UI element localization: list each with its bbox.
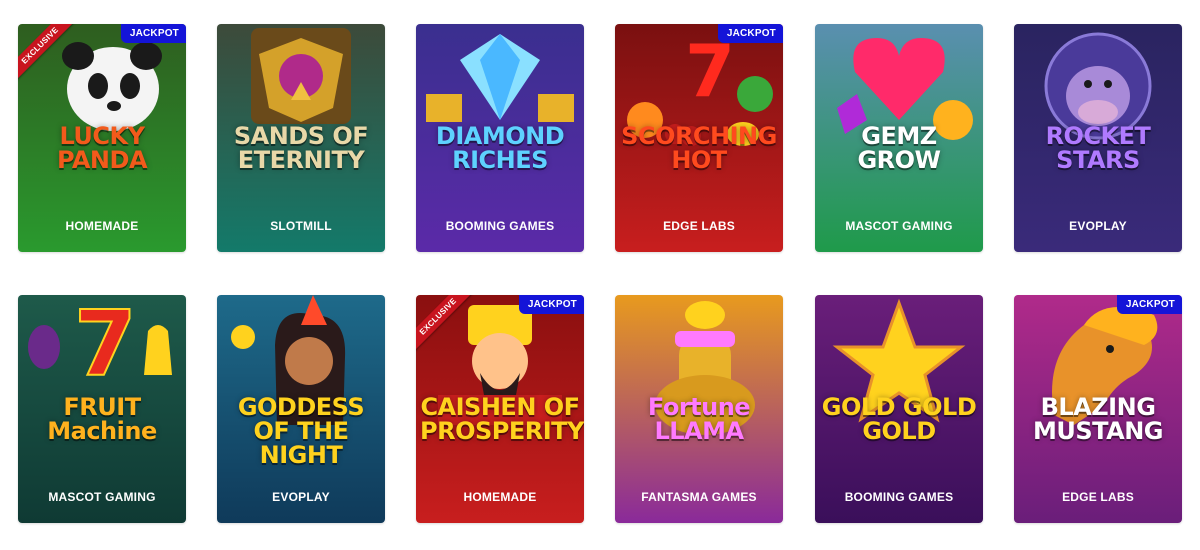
game-provider: EVOPLAY	[1069, 219, 1127, 233]
game-card[interactable]: 7 SCORCHING HOT EDGE LABS JACKPOT	[615, 24, 783, 252]
game-card[interactable]: 7 FRUIT Machine MASCOT GAMING	[18, 295, 186, 523]
game-title-line2: Machine	[47, 417, 157, 445]
game-title-line1: FRUIT	[63, 393, 141, 421]
jackpot-badge: JACKPOT	[120, 24, 186, 43]
game-title: Fortune LLAMA	[619, 395, 779, 443]
game-title-line2: ETERNITY	[237, 146, 365, 174]
game-title: GODDESS OF THE NIGHT	[221, 395, 381, 467]
game-title-line1: SANDS OF	[233, 122, 369, 150]
game-provider: FANTASMA GAMES	[641, 490, 757, 504]
game-art: 7	[18, 295, 186, 485]
game-title-line1: SCORCHING	[621, 122, 777, 150]
game-card[interactable]: DIAMOND RICHES BOOMING GAMES	[416, 24, 584, 252]
game-title-line1: BLAZING	[1040, 393, 1156, 421]
game-provider: EVOPLAY	[272, 490, 330, 504]
game-provider: EDGE LABS	[663, 219, 735, 233]
game-title-line1: DIAMOND	[435, 122, 565, 150]
heart-gem-icon	[837, 38, 973, 140]
game-title-line1: LUCKY	[59, 122, 145, 150]
game-art	[217, 24, 385, 214]
game-title: ROCKET STARS	[1018, 124, 1178, 172]
game-title-line2: HOT	[671, 146, 727, 174]
game-title: GEMZ GROW	[819, 124, 979, 172]
game-title-line2: PANDA	[56, 146, 148, 174]
game-provider: MASCOT GAMING	[48, 490, 156, 504]
horse-icon	[1052, 307, 1158, 425]
lucky-seven-icon: 7	[28, 295, 172, 398]
game-provider: MASCOT GAMING	[845, 219, 953, 233]
game-title: SANDS OF ETERNITY	[221, 124, 381, 172]
game-title-line1: Fortune	[647, 393, 751, 421]
diamond-icon	[426, 34, 574, 122]
game-title: BLAZING MUSTANG	[1018, 395, 1178, 443]
game-card[interactable]: CAISHEN OF PROSPERITY HOMEMADE JACKPOT EXCLU…	[416, 295, 584, 523]
game-title-line2: RICHES	[452, 146, 548, 174]
game-title: SCORCHING HOT	[619, 124, 779, 172]
game-title-line2: GROW	[857, 146, 941, 174]
llama-icon	[655, 301, 755, 435]
game-title-line1: GODDESS OF THE	[237, 393, 365, 445]
game-art	[1014, 295, 1182, 485]
game-title-line2: STARS	[1056, 146, 1140, 174]
game-art	[1014, 24, 1182, 214]
game-art	[815, 24, 983, 214]
game-card[interactable]: GOLD GOLD GOLD BOOMING GAMES	[815, 295, 983, 523]
game-grid: LUCKY PANDA HOMEMADE JACKPOT EXCLUSIVE SANDS …	[0, 0, 1200, 550]
game-provider: SLOTMILL	[270, 219, 332, 233]
fruits-icon: 7	[627, 29, 773, 146]
svg-text:7: 7	[74, 295, 137, 397]
game-art	[815, 295, 983, 485]
game-title: DIAMOND RICHES	[420, 124, 580, 172]
game-title-line2: MUSTANG	[1032, 417, 1164, 445]
game-title: LUCKY PANDA	[22, 124, 182, 172]
game-art: 7	[615, 24, 783, 214]
game-title-line2: NIGHT	[259, 441, 343, 469]
game-card[interactable]: LUCKY PANDA HOMEMADE JACKPOT EXCLUSIVE	[18, 24, 186, 252]
game-card[interactable]: Fortune LLAMA FANTASMA GAMES	[615, 295, 783, 523]
game-title-line2: LLAMA	[654, 417, 744, 445]
game-provider: HOMEMADE	[65, 219, 139, 233]
game-art	[615, 295, 783, 485]
game-provider: BOOMING GAMES	[844, 490, 954, 504]
space-cow-icon	[1044, 32, 1152, 140]
jackpot-badge: JACKPOT	[717, 24, 783, 43]
game-title: FRUIT Machine	[22, 395, 182, 443]
game-art	[416, 24, 584, 214]
game-title-line2: PROSPERITY	[420, 417, 584, 445]
game-card[interactable]: GODDESS OF THE NIGHT EVOPLAY	[217, 295, 385, 523]
gold-star-icon	[832, 298, 966, 423]
game-title-line1: ROCKET	[1045, 122, 1151, 150]
game-title: CAISHEN OF PROSPERITY	[420, 393, 584, 445]
game-title: GOLD GOLD GOLD	[819, 395, 979, 443]
game-card[interactable]: ROCKET STARS EVOPLAY	[1014, 24, 1182, 252]
game-provider: BOOMING GAMES	[445, 219, 555, 233]
game-card[interactable]: SANDS OF ETERNITY SLOTMILL	[217, 24, 385, 252]
game-title-line1: GOLD GOLD GOLD	[821, 393, 977, 445]
game-provider: EDGE LABS	[1062, 490, 1134, 504]
game-provider: HOMEMADE	[463, 490, 537, 504]
game-card[interactable]: GEMZ GROW MASCOT GAMING	[815, 24, 983, 252]
game-title-line1: CAISHEN OF	[420, 393, 580, 421]
game-title-line1: GEMZ	[861, 122, 937, 150]
golden-eagle-icon	[251, 28, 351, 124]
jackpot-badge: JACKPOT	[518, 295, 584, 314]
game-card[interactable]: BLAZING MUSTANG EDGE LABS JACKPOT	[1014, 295, 1182, 523]
jackpot-badge: JACKPOT	[1116, 295, 1182, 314]
